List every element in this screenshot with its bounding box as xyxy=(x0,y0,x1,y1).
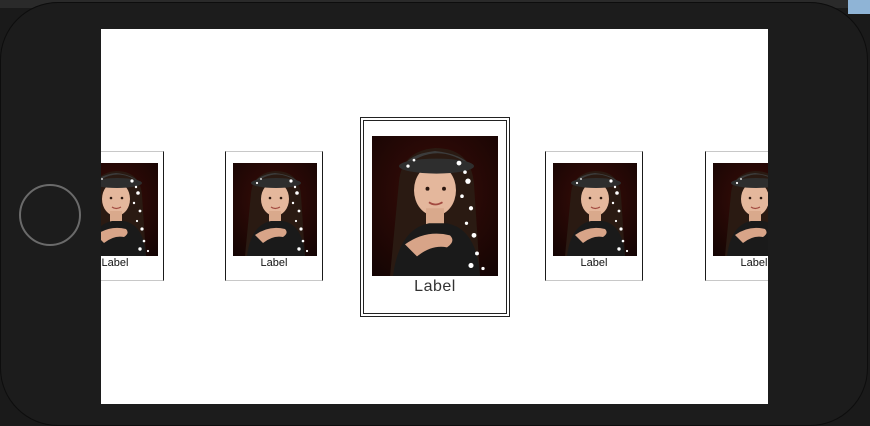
portrait-photo xyxy=(233,163,317,256)
carousel-item[interactable]: Label xyxy=(225,151,323,281)
home-button[interactable] xyxy=(19,184,81,246)
app-screen: Label Label Label Label Label xyxy=(101,29,768,404)
portrait-photo xyxy=(101,163,158,256)
carousel-item-label: Label xyxy=(414,278,456,295)
carousel-item-selected[interactable]: Label xyxy=(360,117,510,317)
carousel-item[interactable]: Label xyxy=(101,151,164,281)
carousel-item-label: Label xyxy=(101,257,129,269)
iphone-simulator: Label Label Label Label Label xyxy=(0,2,868,426)
carousel-item-label: Label xyxy=(580,257,608,269)
portrait-photo xyxy=(372,136,498,276)
portrait-photo xyxy=(553,163,637,256)
carousel-item[interactable]: Label xyxy=(545,151,643,281)
carousel-item[interactable]: Label xyxy=(705,151,768,281)
portrait-photo xyxy=(713,163,768,256)
desktop-window-edge xyxy=(848,0,870,14)
carousel-item-label: Label xyxy=(740,257,768,269)
carousel-item-label: Label xyxy=(260,257,288,269)
